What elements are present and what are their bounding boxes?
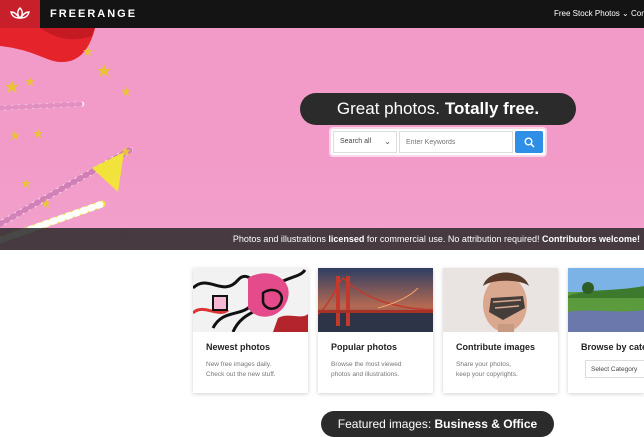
card-desc-line: Share your photos, [456,361,511,368]
license-text-1: Photos and illustrations [232,234,329,244]
license-text-2: for commercial use. No attribution requi… [364,234,542,244]
search-bar: Search all ⌄ [331,129,545,155]
contribute-images-image [443,268,558,332]
card-title[interactable]: Browse by cate [581,342,644,352]
hero-title: Great photos. Totally free. [300,93,576,125]
card-description: Browse the most viewed photos and illust… [331,360,401,380]
contributors-link[interactable]: Contributors welcome! [542,234,640,244]
hero-title-bold: Totally free. [444,99,540,118]
nav-free-stock-photos[interactable]: Free Stock Photos ⌄ [554,9,629,18]
card-newest-photos[interactable]: Newest photos New free images daily. Che… [193,268,308,393]
featured-label: Featured images: [337,417,432,431]
card-title[interactable]: Popular photos [331,342,397,352]
card-desc-line: photos and illustrations. [331,371,400,378]
card-popular-photos[interactable]: Popular photos Browse the most viewed ph… [318,268,433,393]
category-select[interactable]: Select Category [585,360,644,378]
search-scope-label: Search all [340,138,372,145]
license-banner: Photos and illustrations licensed for co… [0,228,644,250]
newest-photos-image [193,268,308,332]
top-navigation-bar: FREERANGE Free Stock Photos ⌄ Con [0,0,644,28]
logo[interactable] [0,0,40,28]
browse-category-image [568,268,644,332]
card-title[interactable]: Contribute images [456,342,535,352]
hero-banner: Great photos. Totally free. Search all ⌄… [0,28,644,250]
license-link[interactable]: licensed [328,234,364,244]
search-button[interactable] [515,131,543,153]
card-desc-line: New free images daily. [206,361,272,368]
card-title[interactable]: Newest photos [206,342,270,352]
card-description: Share your photos, keep your copyrights. [456,360,518,380]
nav-contribute[interactable]: Con [631,9,644,18]
search-input[interactable] [399,131,513,153]
logo-icon [10,7,30,19]
featured-heading: Featured images: Business & Office [321,411,554,437]
hero-title-regular: Great photos. [336,99,440,118]
card-desc-line: Check out the new stuff. [206,371,276,378]
card-description: New free images daily. Check out the new… [206,360,276,380]
featured-category[interactable]: Business & Office [435,417,538,431]
chevron-down-icon: ⌄ [384,137,391,146]
card-browse-by-category[interactable]: Browse by cate Select Category [568,268,644,393]
card-desc-line: Browse the most viewed [331,361,402,368]
popular-photos-image [318,268,433,332]
card-desc-line: keep your copyrights. [456,371,518,378]
hero-overlay [0,28,644,250]
search-scope-select[interactable]: Search all ⌄ [333,131,397,153]
search-icon [524,137,535,148]
card-contribute-images[interactable]: Contribute images Share your photos, kee… [443,268,558,393]
brand-name[interactable]: FREERANGE [50,8,137,20]
